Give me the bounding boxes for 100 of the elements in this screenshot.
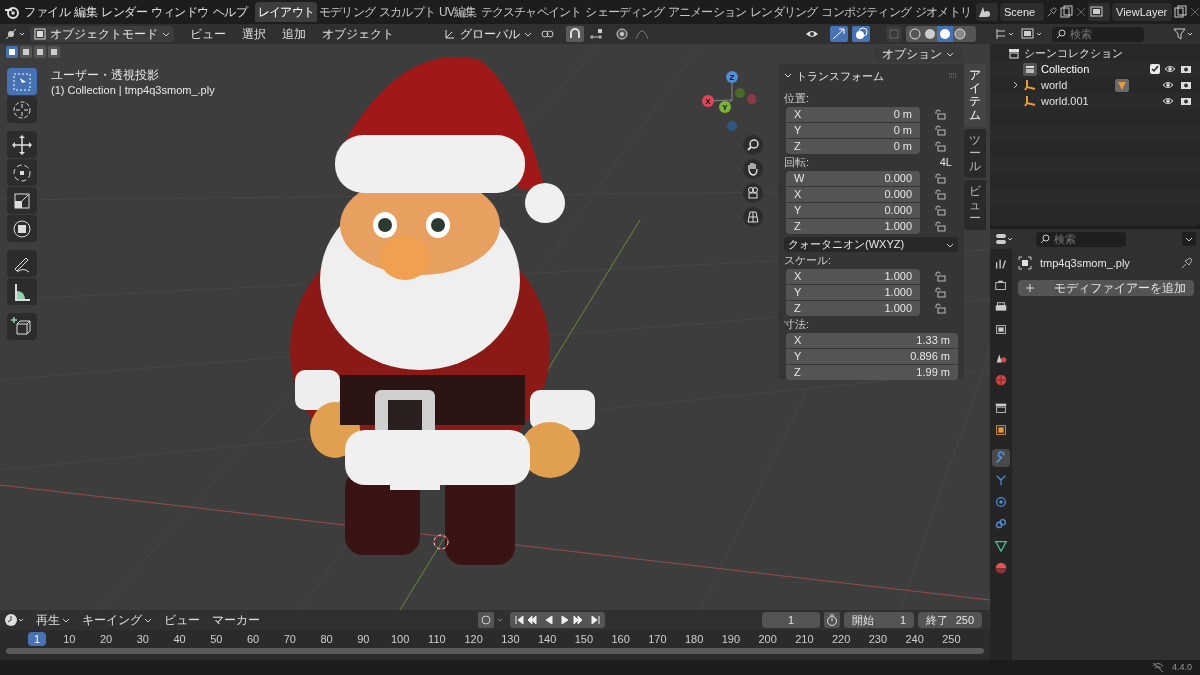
lock-icon[interactable]	[934, 125, 946, 136]
view-layer-selector-icon[interactable]	[1088, 3, 1110, 21]
rotation-mode-dropdown[interactable]: クォータニオン(WXYZ)	[784, 237, 958, 252]
scene-selector-icon[interactable]	[976, 3, 998, 21]
move-arrows-icon[interactable]	[7, 131, 37, 158]
workspace-tab[interactable]: モデリング	[317, 2, 378, 22]
camera-icon[interactable]	[1180, 80, 1192, 90]
number-field[interactable]: Z 0 m	[786, 139, 920, 154]
menu-item[interactable]: 選択	[234, 25, 274, 43]
copy-icon[interactable]	[1174, 5, 1188, 19]
add-cube-icon[interactable]	[7, 313, 37, 340]
blender-logo-icon[interactable]	[4, 5, 20, 19]
camera-icon[interactable]	[1180, 64, 1192, 74]
eye-icon[interactable]	[1164, 64, 1176, 74]
menu-item[interactable]: レンダー	[99, 3, 149, 21]
workspace-tab[interactable]: レンダリング	[748, 2, 820, 22]
select-box-icon[interactable]	[7, 68, 37, 95]
outliner-item[interactable]: Collection	[1041, 60, 1090, 78]
editor-type-icon[interactable]	[4, 27, 26, 41]
lock-icon[interactable]	[934, 109, 946, 120]
lock-icon[interactable]	[934, 287, 946, 298]
lock-icon[interactable]	[934, 271, 946, 282]
cursor-icon[interactable]	[7, 96, 37, 123]
workspace-tab[interactable]: アニメーション	[665, 2, 749, 22]
outliner-item[interactable]: world.001	[1041, 92, 1111, 110]
eye-icon[interactable]	[1162, 80, 1174, 90]
options-dropdown[interactable]: オプション	[874, 46, 962, 62]
menu-item[interactable]: オブジェクト	[314, 25, 402, 43]
number-field[interactable]: Z 1.000	[786, 219, 920, 234]
menu-item[interactable]: ヘルプ	[210, 3, 249, 21]
proportional-icon[interactable]	[614, 27, 630, 41]
mode-dropdown[interactable]: オブジェクトモード	[30, 26, 174, 42]
checkbox[interactable]	[1150, 64, 1160, 74]
sidebar-tab[interactable]: ツール	[964, 128, 986, 179]
scale-icon[interactable]	[7, 187, 37, 214]
number-field[interactable]: W 0.000	[786, 171, 920, 186]
menu-item[interactable]: 追加	[274, 25, 314, 43]
lock-icon[interactable]	[934, 303, 946, 314]
start-frame-field[interactable]: 開始 1	[844, 612, 914, 628]
mesh-data-icon[interactable]	[1115, 78, 1129, 92]
number-field[interactable]: X 0.000	[786, 187, 920, 202]
sidebar-tab[interactable]: ビュー	[964, 180, 986, 230]
workspace-tab[interactable]: ジオメトリ	[912, 2, 973, 22]
view-layer-field[interactable]: ViewLayer	[1112, 3, 1172, 21]
workspace-tab[interactable]: レイアウト	[255, 2, 317, 22]
close-icon[interactable]	[1076, 7, 1086, 17]
menu-item[interactable]: ビュー	[158, 611, 206, 629]
number-field[interactable]: X 1.000	[786, 269, 920, 284]
pin-icon[interactable]	[1180, 256, 1194, 271]
clock-icon[interactable]	[4, 613, 26, 627]
display-mode-icon[interactable]	[1020, 27, 1044, 41]
orientation-dropdown[interactable]: グローバル	[440, 26, 536, 42]
copy-icon[interactable]	[1060, 5, 1074, 19]
current-frame-field[interactable]: 1	[762, 612, 820, 628]
menu-item[interactable]: キーイング	[76, 611, 158, 629]
shading-modes-icon[interactable]	[906, 26, 976, 42]
lock-icon[interactable]	[934, 173, 946, 184]
number-field[interactable]: Z 1.99 m	[786, 365, 958, 380]
search-field[interactable]: 検索	[1036, 231, 1126, 247]
transform-icon[interactable]	[7, 215, 37, 242]
menu-item[interactable]: 編集	[72, 3, 99, 21]
eye-icon[interactable]	[1162, 96, 1174, 106]
end-frame-field[interactable]: 終了 250	[918, 612, 982, 628]
menu-item[interactable]: マーカー	[206, 611, 266, 629]
hand-icon[interactable]	[742, 159, 764, 180]
pencil-icon[interactable]	[7, 250, 37, 277]
drag-handle-icon[interactable]	[948, 73, 958, 79]
number-field[interactable]: Y 0 m	[786, 123, 920, 138]
number-field[interactable]: Y 1.000	[786, 285, 920, 300]
outliner-item[interactable]: world	[1041, 76, 1111, 94]
lock-icon[interactable]	[934, 141, 946, 152]
timeline-scrollbar[interactable]	[6, 648, 984, 654]
workspace-tab[interactable]: テクスチャペイント	[478, 2, 584, 22]
workspace-tab[interactable]: シェーディング	[583, 2, 666, 22]
menu-item[interactable]: ウィンドウ	[149, 3, 211, 21]
number-field[interactable]: X 1.33 m	[786, 333, 958, 348]
number-field[interactable]: Y 0.000	[786, 203, 920, 218]
dropdown-icon[interactable]	[1182, 232, 1196, 246]
menu-item[interactable]: ファイル	[22, 3, 72, 21]
lock-icon[interactable]	[934, 189, 946, 200]
panel-title[interactable]: トランスフォーム	[796, 67, 884, 85]
scene-field[interactable]: Scene	[1000, 3, 1044, 21]
ruler-icon[interactable]	[7, 278, 37, 305]
search-field[interactable]: 検索	[1052, 26, 1144, 42]
outliner-item[interactable]: シーンコレクション	[1024, 44, 1123, 62]
camera-icon[interactable]	[1180, 96, 1192, 106]
rotate-icon[interactable]	[7, 159, 37, 186]
wrench-icon[interactable]	[992, 449, 1010, 467]
playback-controls-icon[interactable]	[510, 612, 605, 628]
current-frame-marker[interactable]: 1	[28, 632, 46, 646]
lock-icon[interactable]	[934, 205, 946, 216]
collapse-caret-icon[interactable]	[784, 72, 792, 80]
menu-item[interactable]: 再生	[30, 611, 76, 629]
pin-icon[interactable]	[1046, 6, 1058, 18]
zoom-icon[interactable]	[742, 135, 764, 156]
stopwatch-icon[interactable]	[824, 612, 840, 628]
workspace-tab[interactable]: コンポジティング	[819, 2, 913, 22]
add-modifier-button[interactable]: モディファイアーを追加	[1018, 279, 1194, 296]
outliner-type-icon[interactable]	[994, 27, 1016, 41]
number-field[interactable]: X 0 m	[786, 107, 920, 122]
